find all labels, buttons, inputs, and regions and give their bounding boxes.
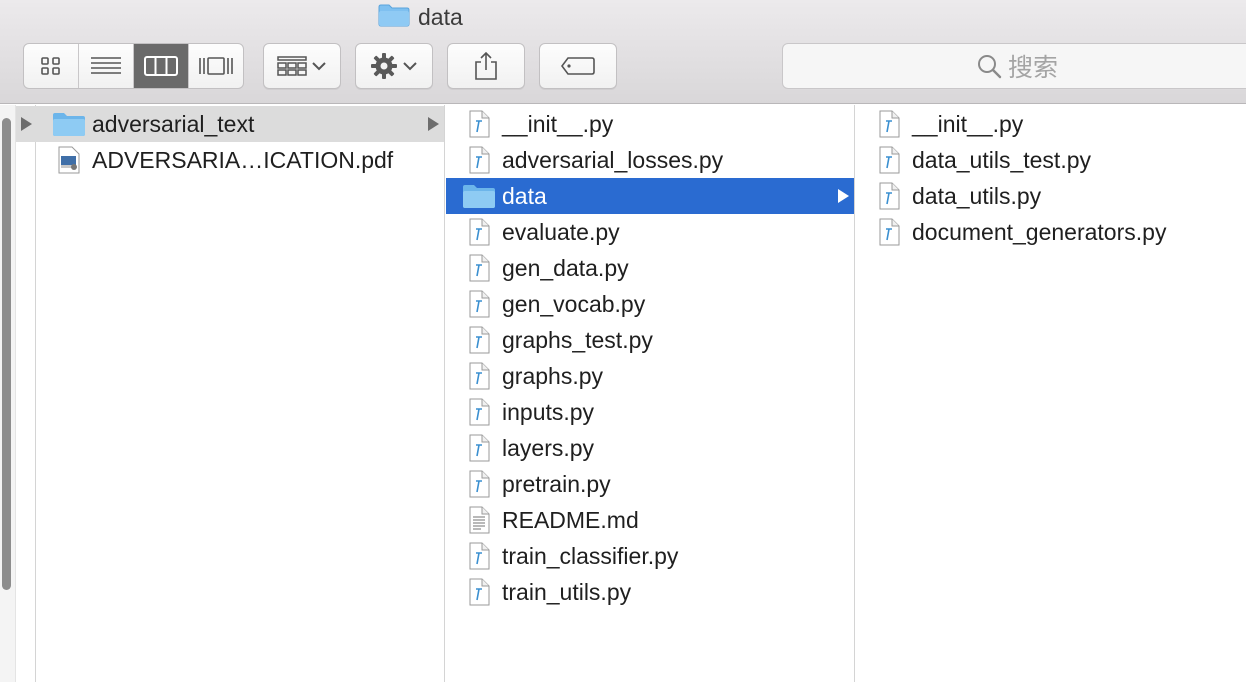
- pdf-file-icon: [46, 146, 92, 174]
- column-3: __init__.py data_utils_test.py data_utils.…: [856, 105, 1246, 682]
- file-row[interactable]: README.md: [446, 502, 854, 538]
- file-row[interactable]: train_classifier.py: [446, 538, 854, 574]
- search-icon: [977, 55, 1002, 79]
- python-file-icon: [456, 110, 502, 138]
- file-row[interactable]: ADVERSARIA…ICATION.pdf: [36, 142, 444, 178]
- python-file-icon: [456, 542, 502, 570]
- item-label: gen_data.py: [502, 254, 629, 281]
- item-label: gen_vocab.py: [502, 290, 646, 317]
- python-file-icon: [866, 218, 912, 246]
- python-file-icon: [456, 434, 502, 462]
- item-label: data_utils_test.py: [912, 146, 1092, 173]
- row-highlight-extension: [16, 106, 36, 142]
- item-label: ADVERSARIA…ICATION.pdf: [92, 146, 394, 173]
- item-label: pretrain.py: [502, 470, 611, 497]
- item-label: __init__.py: [912, 110, 1024, 137]
- item-label: train_utils.py: [502, 578, 632, 605]
- chevron-down-icon: [312, 62, 326, 71]
- list-view-button[interactable]: [79, 44, 134, 88]
- column-view-icon: [144, 56, 178, 76]
- group-by-button[interactable]: [263, 43, 341, 89]
- file-row[interactable]: pretrain.py: [446, 466, 854, 502]
- item-label: train_classifier.py: [502, 542, 679, 569]
- file-row[interactable]: graphs_test.py: [446, 322, 854, 358]
- file-row[interactable]: layers.py: [446, 430, 854, 466]
- column-1: adversarial_text ADVERSARIA…ICATION.pdf: [36, 105, 445, 682]
- item-label: graphs_test.py: [502, 326, 653, 353]
- search-field[interactable]: 搜索: [782, 43, 1246, 89]
- file-row[interactable]: graphs.py: [446, 358, 854, 394]
- tags-button[interactable]: [539, 43, 617, 89]
- icon-view-icon: [41, 57, 60, 75]
- python-file-icon: [866, 146, 912, 174]
- gear-icon: [371, 53, 397, 79]
- icon-view-button[interactable]: [24, 44, 79, 88]
- file-row[interactable]: __init__.py: [446, 106, 854, 142]
- file-row[interactable]: train_utils.py: [446, 574, 854, 610]
- item-label: data: [502, 182, 547, 209]
- item-label: README.md: [502, 506, 639, 533]
- folder-icon: [46, 111, 92, 137]
- list-view-icon: [91, 57, 121, 74]
- item-label: adversarial_text: [92, 110, 255, 137]
- python-file-icon: [456, 326, 502, 354]
- view-mode-segmented-control: [23, 43, 244, 89]
- item-label: graphs.py: [502, 362, 604, 389]
- file-row[interactable]: data_utils_test.py: [856, 142, 1246, 178]
- file-row[interactable]: adversarial_losses.py: [446, 142, 854, 178]
- python-file-icon: [456, 146, 502, 174]
- file-row[interactable]: data_utils.py: [856, 178, 1246, 214]
- python-file-icon: [866, 182, 912, 210]
- window-title: data: [378, 3, 463, 31]
- item-label: __init__.py: [502, 110, 614, 137]
- file-row[interactable]: gen_vocab.py: [446, 286, 854, 322]
- scrollbar-thumb[interactable]: [2, 118, 11, 590]
- column-2: __init__.py adversarial_losses.pydata eval…: [446, 105, 855, 682]
- item-label: document_generators.py: [912, 218, 1167, 245]
- file-row[interactable]: inputs.py: [446, 394, 854, 430]
- item-label: evaluate.py: [502, 218, 620, 245]
- item-label: inputs.py: [502, 398, 595, 425]
- cover-flow-icon: [199, 57, 233, 75]
- group-icon: [277, 56, 307, 76]
- column-0: [16, 105, 36, 682]
- file-row[interactable]: evaluate.py: [446, 214, 854, 250]
- toolbar: data 搜索: [0, 0, 1246, 104]
- tag-icon: [561, 57, 595, 75]
- folder-row[interactable]: data: [446, 178, 854, 214]
- search-placeholder: 搜索: [1007, 54, 1058, 82]
- disclosure-arrow-icon: [836, 188, 850, 209]
- item-label: adversarial_losses.py: [502, 146, 724, 173]
- share-icon: [475, 51, 497, 80]
- python-file-icon: [456, 362, 502, 390]
- file-row[interactable]: gen_data.py: [446, 250, 854, 286]
- folder-icon: [378, 3, 410, 32]
- file-row[interactable]: __init__.py: [856, 106, 1246, 142]
- python-file-icon: [456, 218, 502, 246]
- item-label: data_utils.py: [912, 182, 1042, 209]
- action-menu-button[interactable]: [355, 43, 433, 89]
- python-file-icon: [456, 290, 502, 318]
- text-file-icon: [456, 506, 502, 534]
- python-file-icon: [456, 470, 502, 498]
- folder-icon: [456, 183, 502, 209]
- share-button[interactable]: [447, 43, 525, 89]
- python-file-icon: [456, 578, 502, 606]
- file-row[interactable]: document_generators.py: [856, 214, 1246, 250]
- python-file-icon: [456, 398, 502, 426]
- cover-flow-view-button[interactable]: [189, 44, 243, 88]
- window-title-text: data: [418, 3, 463, 30]
- chevron-down-icon: [403, 62, 417, 71]
- python-file-icon: [866, 110, 912, 138]
- folder-row[interactable]: adversarial_text: [36, 106, 444, 142]
- item-label: layers.py: [502, 434, 595, 461]
- python-file-icon: [456, 254, 502, 282]
- disclosure-arrow-icon: [426, 116, 440, 137]
- column-view-button[interactable]: [134, 44, 189, 88]
